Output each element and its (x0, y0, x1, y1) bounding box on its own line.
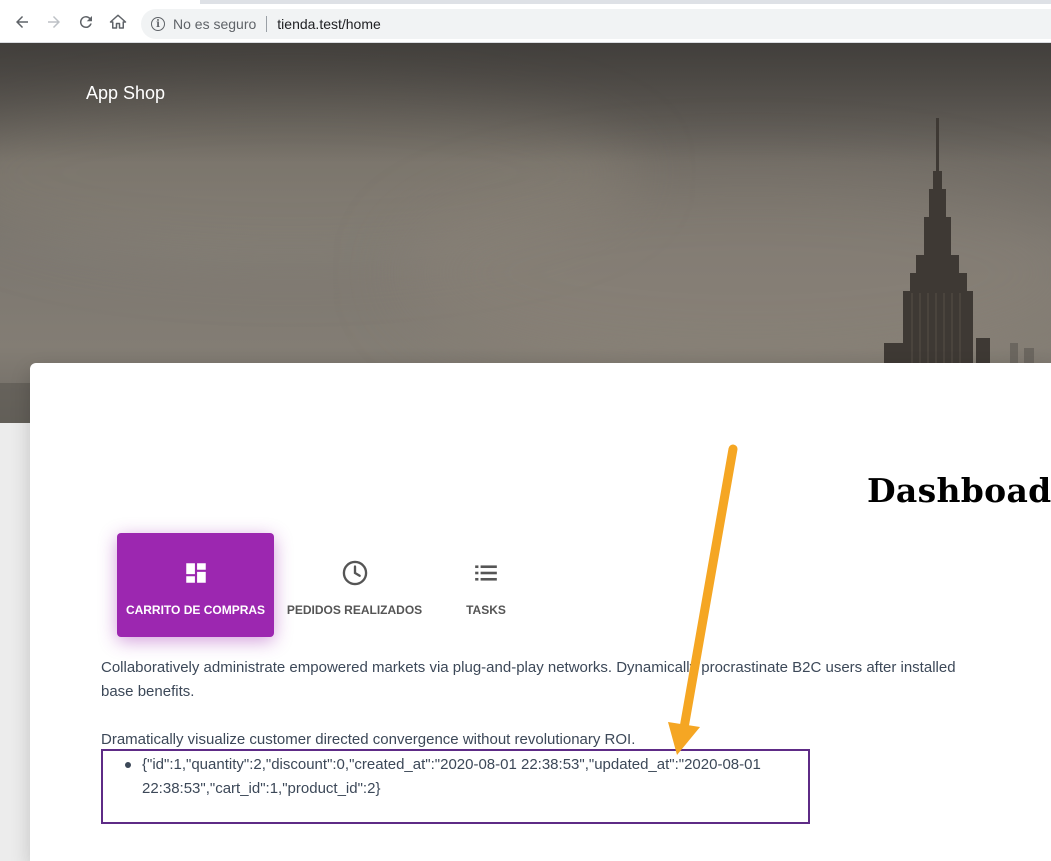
tab-carrito-de-compras[interactable]: CARRITO DE COMPRAS (117, 533, 274, 637)
browser-toolbar: i No es seguro tienda.test/home (0, 4, 1051, 43)
tab-label: CARRITO DE COMPRAS (125, 603, 266, 617)
brand-link[interactable]: App Shop (86, 83, 165, 104)
clock-icon (341, 559, 369, 587)
security-label: No es seguro (173, 16, 257, 32)
dashboard-icon (182, 559, 210, 587)
back-button[interactable] (10, 10, 34, 34)
list-item: {"id":1,"quantity":2,"discount":0,"creat… (122, 753, 762, 801)
address-separator (266, 16, 268, 32)
address-bar[interactable]: i No es seguro tienda.test/home (141, 9, 1051, 39)
cart-items-list: {"id":1,"quantity":2,"discount":0,"creat… (122, 753, 762, 801)
forward-button[interactable] (42, 10, 66, 34)
list-icon (472, 559, 500, 587)
reload-icon (79, 16, 92, 29)
home-button[interactable] (106, 10, 130, 34)
url-text[interactable]: tienda.test/home (277, 16, 381, 32)
info-icon[interactable]: i (151, 17, 165, 31)
description-paragraph: Collaboratively administrate empowered m… (101, 659, 956, 700)
tab-tasks[interactable]: TASKS (450, 533, 522, 637)
tab-label: PEDIDOS REALIZADOS (286, 603, 423, 617)
dashboard-card: Dashboad CARRITO DE COMPRAS PEDIDOS REAL… (30, 363, 1051, 861)
reload-button[interactable] (74, 10, 98, 34)
arrow-right-icon (48, 16, 60, 28)
page-title: Dashboad (867, 471, 1051, 510)
tab-pedidos-realizados[interactable]: PEDIDOS REALIZADOS (286, 533, 423, 637)
home-icon (109, 14, 127, 29)
arrow-left-icon (16, 16, 28, 28)
tab-label: TASKS (466, 603, 506, 617)
